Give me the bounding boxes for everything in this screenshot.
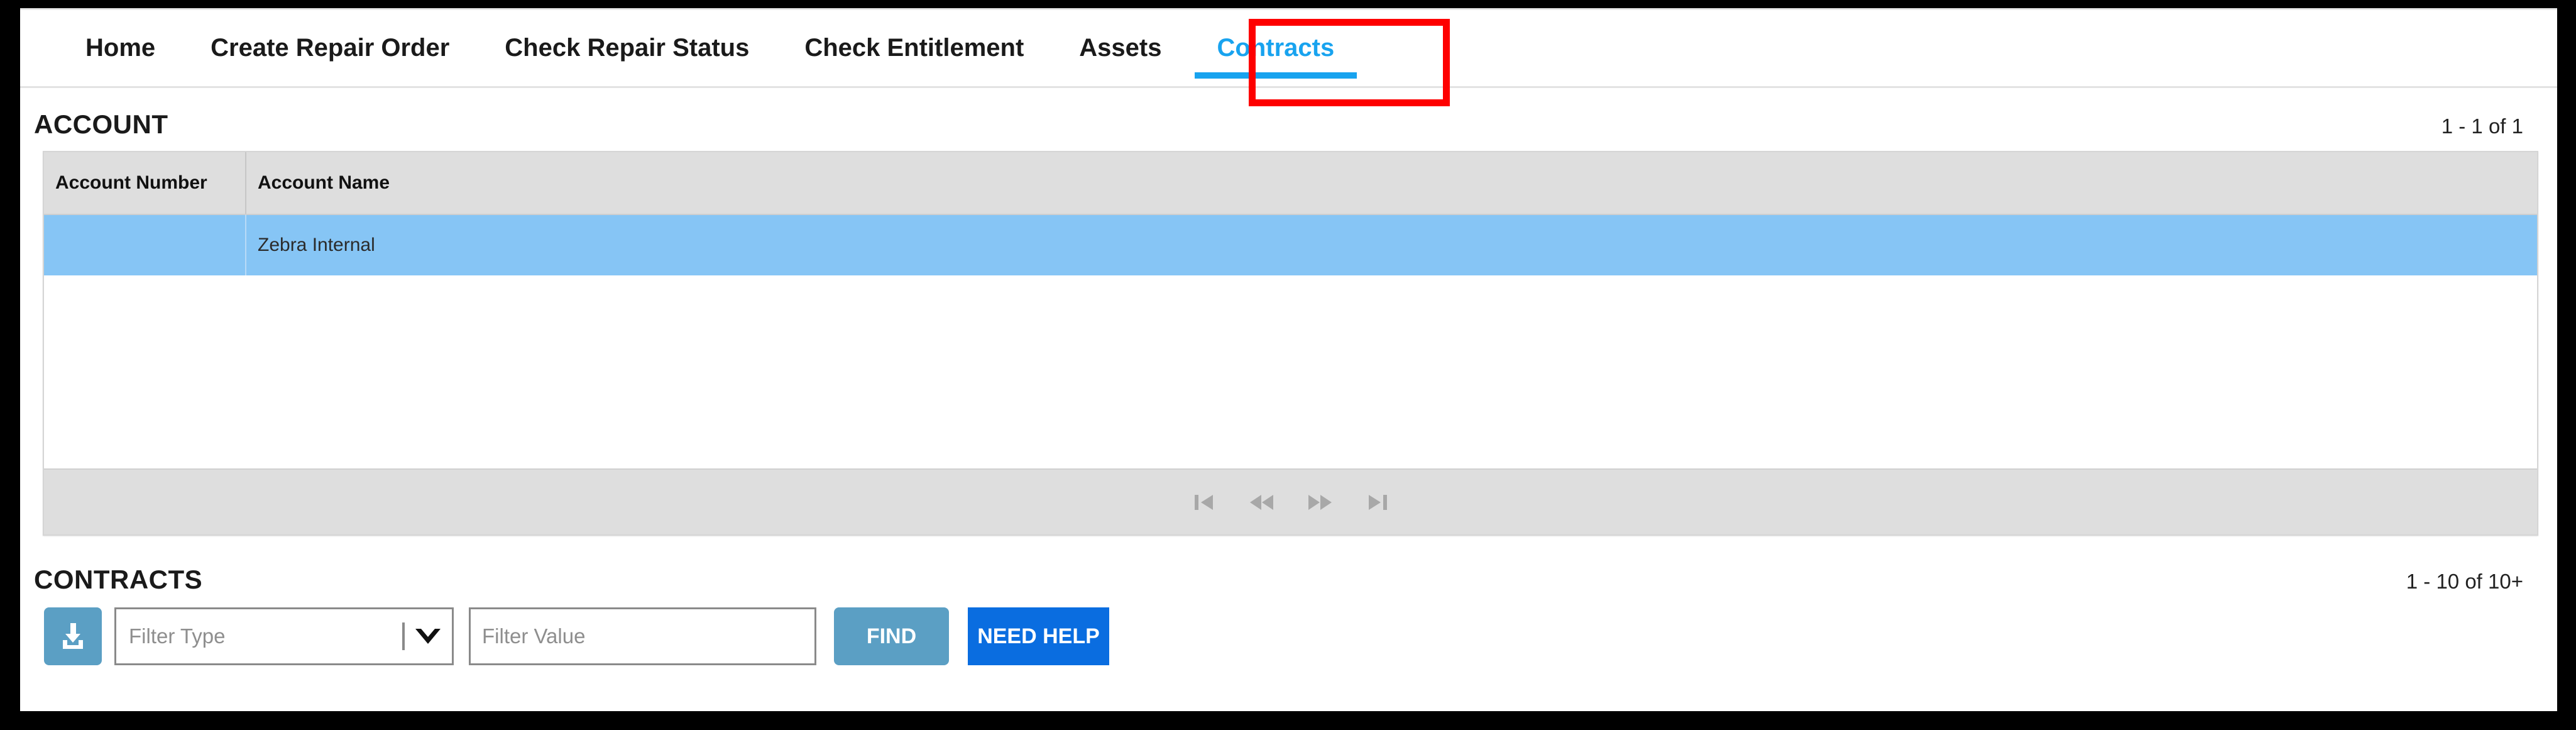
download-tray-icon [63,623,83,649]
screenshot-frame: Home Create Repair Order Check Repair St… [0,0,2576,730]
tab-label: Create Repair Order [211,34,450,62]
last-page-icon[interactable] [1365,490,1390,515]
previous-page-icon[interactable] [1249,490,1274,515]
first-page-icon[interactable] [1192,490,1217,515]
tab-home[interactable]: Home [58,10,183,86]
column-header-account-number[interactable]: Account Number [44,152,246,214]
tab-label: Check Repair Status [505,34,750,62]
tab-label: Home [85,34,156,62]
cell-account-number [44,215,246,275]
application-page: Home Create Repair Order Check Repair St… [20,8,2557,711]
account-table: Account Number Account Name Zebra Intern… [43,151,2538,536]
filter-type-value[interactable]: Filter Type [114,607,454,665]
column-header-account-name[interactable]: Account Name [246,152,2537,214]
contracts-section-title: CONTRACTS [34,565,203,594]
tab-contracts[interactable]: Contracts [1190,10,1362,86]
next-page-icon[interactable] [1307,490,1332,515]
cell-account-name: Zebra Internal [258,235,375,255]
table-row[interactable]: Zebra Internal [44,215,2537,275]
contracts-filter-toolbar: Filter Type FIND NEED HELP [20,607,2557,665]
account-table-pagination [44,468,2537,534]
tab-create-repair-order[interactable]: Create Repair Order [183,10,477,86]
main-navigation-bar: Home Create Repair Order Check Repair St… [20,8,2557,88]
account-section-header: ACCOUNT 1 - 1 of 1 [20,88,2557,151]
account-section-title: ACCOUNT [34,109,168,139]
account-record-count: 1 - 1 of 1 [2441,114,2523,138]
tab-assets[interactable]: Assets [1051,10,1189,86]
tab-list: Home Create Repair Order Check Repair St… [20,10,2557,86]
filter-value-input[interactable] [469,607,816,665]
contracts-section-header: CONTRACTS 1 - 10 of 10+ [20,536,2557,607]
tab-check-repair-status[interactable]: Check Repair Status [477,10,777,86]
tab-label: Assets [1079,34,1162,62]
account-table-header-row: Account Number Account Name [44,152,2537,215]
find-button[interactable]: FIND [834,607,949,665]
contracts-record-count: 1 - 10 of 10+ [2406,570,2523,593]
tab-check-entitlement[interactable]: Check Entitlement [777,10,1051,86]
need-help-button[interactable]: NEED HELP [968,607,1109,665]
filter-type-select[interactable]: Filter Type [114,607,454,665]
tab-label: Check Entitlement [804,34,1024,62]
account-table-empty-area [44,275,2537,468]
tab-active-underline [1194,72,1357,79]
tab-label: Contracts [1217,34,1335,62]
download-button[interactable] [44,607,102,665]
